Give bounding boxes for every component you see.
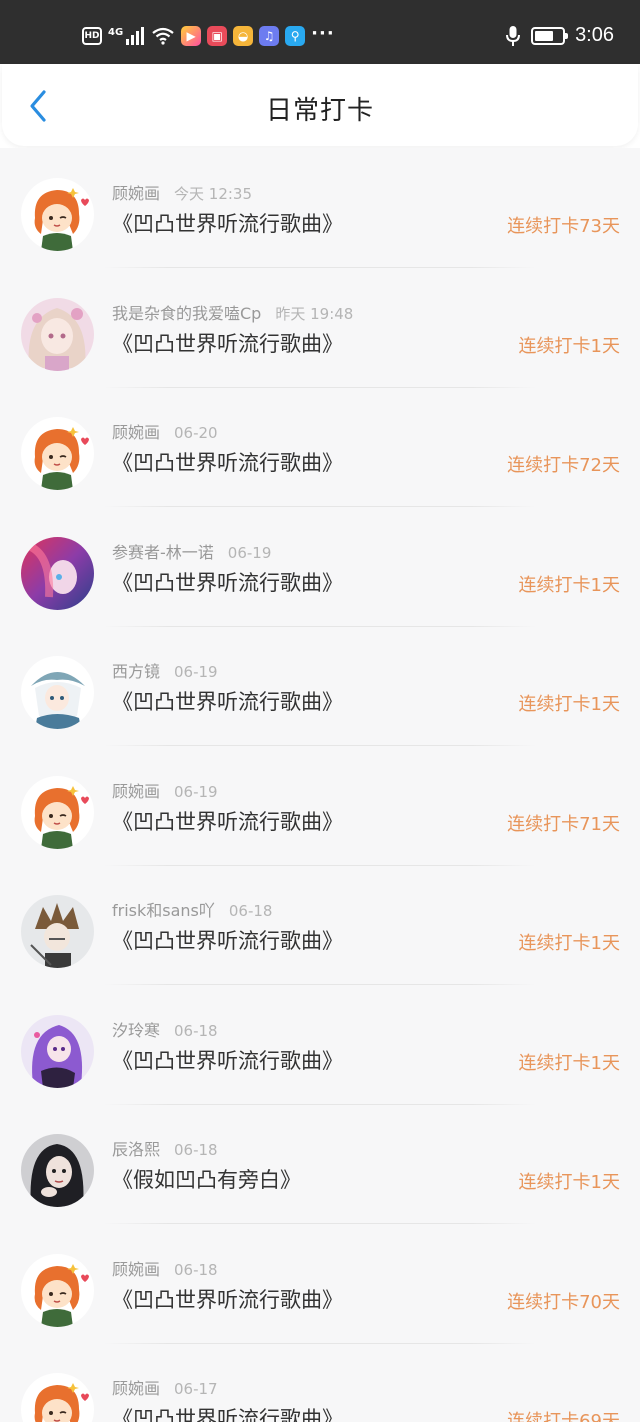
name-line: 顾婉画 今天 12:35 [112, 180, 252, 204]
song-title: 《凹凸世界听流行歌曲》 [112, 929, 343, 953]
streak-badge: 连续打卡73天 [507, 216, 620, 237]
status-bar-right: 3:06 [505, 24, 614, 47]
checkin-time: 06-20 [174, 424, 218, 442]
streak-badge: 连续打卡1天 [518, 1172, 620, 1193]
song-title: 《凹凸世界听流行歌曲》 [112, 1287, 343, 1312]
song-title: 《假如凹凸有旁白》 [112, 1168, 301, 1192]
user-name[interactable]: 我是杂食的我爱嗑Cp [112, 304, 261, 323]
checkin-time: 06-19 [174, 782, 218, 801]
name-line: frisk和sans吖 06-18 [112, 897, 272, 921]
user-name[interactable]: frisk和sans吖 [112, 901, 215, 920]
name-line: 顾婉画 06-19 [112, 778, 218, 802]
orange-app-icon: ◒ [233, 26, 254, 46]
user-name[interactable]: 顾婉画 [112, 184, 160, 203]
app-header: 日常打卡 [2, 64, 638, 146]
user-name[interactable]: 辰洛熙 [112, 1140, 160, 1159]
user-name[interactable]: 顾婉画 [112, 423, 160, 442]
song-title: 《凹凸世界听流行歌曲》 [112, 1048, 343, 1073]
user-name[interactable]: 西方镜 [112, 662, 160, 681]
dark-hair-girl-avatar[interactable] [21, 1134, 94, 1207]
streak-badge: 连续打卡71天 [507, 813, 620, 835]
microphone-icon [506, 25, 521, 46]
checkin-row[interactable]: 顾婉画 06-19 《凹凸世界听流行歌曲》 连续打卡71天 [0, 746, 640, 866]
song-title: 《凹凸世界听流行歌曲》 [112, 1407, 343, 1422]
checkin-time: 06-18 [174, 1260, 218, 1279]
checkin-row[interactable]: 汐玲寒 06-18 《凹凸世界听流行歌曲》 连续打卡1天 [0, 985, 640, 1105]
redhead-chibi-avatar[interactable] [21, 1373, 94, 1422]
checkin-row[interactable]: 西方镜 06-19 《凹凸世界听流行歌曲》 连续打卡1天 [0, 626, 640, 746]
redhead-chibi-avatar[interactable] [21, 1253, 94, 1327]
music-app-icon: ♫ [259, 26, 280, 46]
redhead-chibi-avatar[interactable] [21, 775, 94, 849]
hd-badge: HD [82, 27, 102, 45]
checkin-list: 顾婉画 今天 12:35 《凹凸世界听流行歌曲》 连续打卡73天 我是杂食的我爱嗑… [0, 148, 640, 1422]
name-line: 顾婉画 06-20 [112, 419, 218, 443]
wifi-icon [152, 27, 174, 45]
streak-badge: 连续打卡1天 [518, 694, 620, 715]
streak-badge: 连续打卡1天 [518, 1052, 620, 1074]
checkin-row[interactable]: 顾婉画 06-17 《凹凸世界听流行歌曲》 连续打卡69天 [0, 1343, 640, 1422]
status-bar-time: 3:06 [575, 24, 614, 46]
streak-badge: 连续打卡72天 [507, 455, 620, 476]
redhead-chibi-avatar[interactable] [21, 417, 94, 490]
checkin-time: 06-18 [174, 1141, 218, 1159]
network-type-label: 4G [108, 26, 124, 38]
checkin-time: 06-18 [228, 902, 273, 920]
checkin-row[interactable]: 顾婉画 06-20 《凹凸世界听流行歌曲》 连续打卡72天 [0, 387, 640, 507]
checkin-time: 06-19 [227, 543, 272, 562]
streak-badge: 连续打卡1天 [518, 574, 620, 596]
checkin-time: 昨天 19:48 [275, 304, 354, 323]
name-line: 西方镜 06-19 [112, 658, 218, 682]
white-hair-hat-avatar[interactable] [21, 656, 94, 729]
battery-icon [531, 26, 569, 45]
checkin-row[interactable]: frisk和sans吖 06-18 《凹凸世界听流行歌曲》 连续打卡1天 [0, 865, 640, 985]
purple-hair-girl-avatar[interactable] [21, 1014, 94, 1088]
more-notifications-icon: ··· [311, 22, 335, 44]
checkin-time: 今天 12:35 [174, 185, 253, 203]
user-name[interactable]: 顾婉画 [112, 1379, 160, 1398]
status-bar: HD 4G ▶ ▣ ◒ ♫ ⚲ ··· 3:06 [0, 0, 640, 64]
name-line: 汐玲寒 06-18 [112, 1017, 218, 1041]
video-app-icon: ▶ [181, 26, 202, 46]
checkin-time: 06-19 [174, 663, 218, 681]
battery-level-fill [535, 30, 554, 41]
page-title: 日常打卡 [265, 96, 374, 126]
checkin-row[interactable]: 顾婉画 今天 12:35 《凹凸世界听流行歌曲》 连续打卡73天 [0, 148, 640, 268]
checkin-row[interactable]: 我是杂食的我爱嗑Cp 昨天 19:48 《凹凸世界听流行歌曲》 连续打卡1天 [0, 268, 640, 388]
song-title: 《凹凸世界听流行歌曲》 [112, 331, 343, 356]
name-line: 我是杂食的我爱嗑Cp 昨天 19:48 [112, 300, 353, 324]
user-name[interactable]: 参赛者-林一诺 [112, 543, 214, 562]
pink-hair-girl-avatar[interactable] [21, 297, 94, 371]
user-name[interactable]: 顾婉画 [112, 782, 160, 801]
song-title: 《凹凸世界听流行歌曲》 [112, 570, 343, 595]
checkin-row[interactable]: 辰洛熙 06-18 《假如凹凸有旁白》 连续打卡1天 [0, 1104, 640, 1224]
signal-icon [126, 27, 145, 45]
user-name[interactable]: 汐玲寒 [112, 1021, 160, 1040]
red-app-icon: ▣ [207, 26, 228, 46]
name-line: 顾婉画 06-17 [112, 1375, 218, 1399]
red-purple-hair-avatar[interactable] [21, 536, 94, 610]
streak-badge: 连续打卡69天 [507, 1411, 620, 1422]
name-line: 顾婉画 06-18 [112, 1256, 218, 1280]
checkin-time: 06-18 [174, 1021, 218, 1040]
song-title: 《凹凸世界听流行歌曲》 [112, 451, 343, 475]
user-name[interactable]: 顾婉画 [112, 1260, 160, 1279]
name-line: 辰洛熙 06-18 [112, 1136, 218, 1160]
song-title: 《凹凸世界听流行歌曲》 [112, 212, 343, 236]
checkin-time: 06-17 [174, 1380, 218, 1398]
brown-hair-sketch-avatar[interactable] [21, 895, 94, 968]
streak-badge: 连续打卡70天 [507, 1291, 620, 1313]
streak-badge: 连续打卡1天 [518, 335, 620, 357]
search-app-icon: ⚲ [285, 26, 306, 46]
status-bar-left: HD 4G ▶ ▣ ◒ ♫ ⚲ ··· [82, 22, 335, 46]
song-title: 《凹凸世界听流行歌曲》 [112, 809, 343, 834]
redhead-chibi-avatar[interactable] [21, 178, 94, 251]
checkin-row[interactable]: 顾婉画 06-18 《凹凸世界听流行歌曲》 连续打卡70天 [0, 1224, 640, 1344]
name-line: 参赛者-林一诺 06-19 [112, 539, 271, 563]
song-title: 《凹凸世界听流行歌曲》 [112, 690, 343, 714]
streak-badge: 连续打卡1天 [518, 933, 620, 954]
checkin-row[interactable]: 参赛者-林一诺 06-19 《凹凸世界听流行歌曲》 连续打卡1天 [0, 507, 640, 627]
